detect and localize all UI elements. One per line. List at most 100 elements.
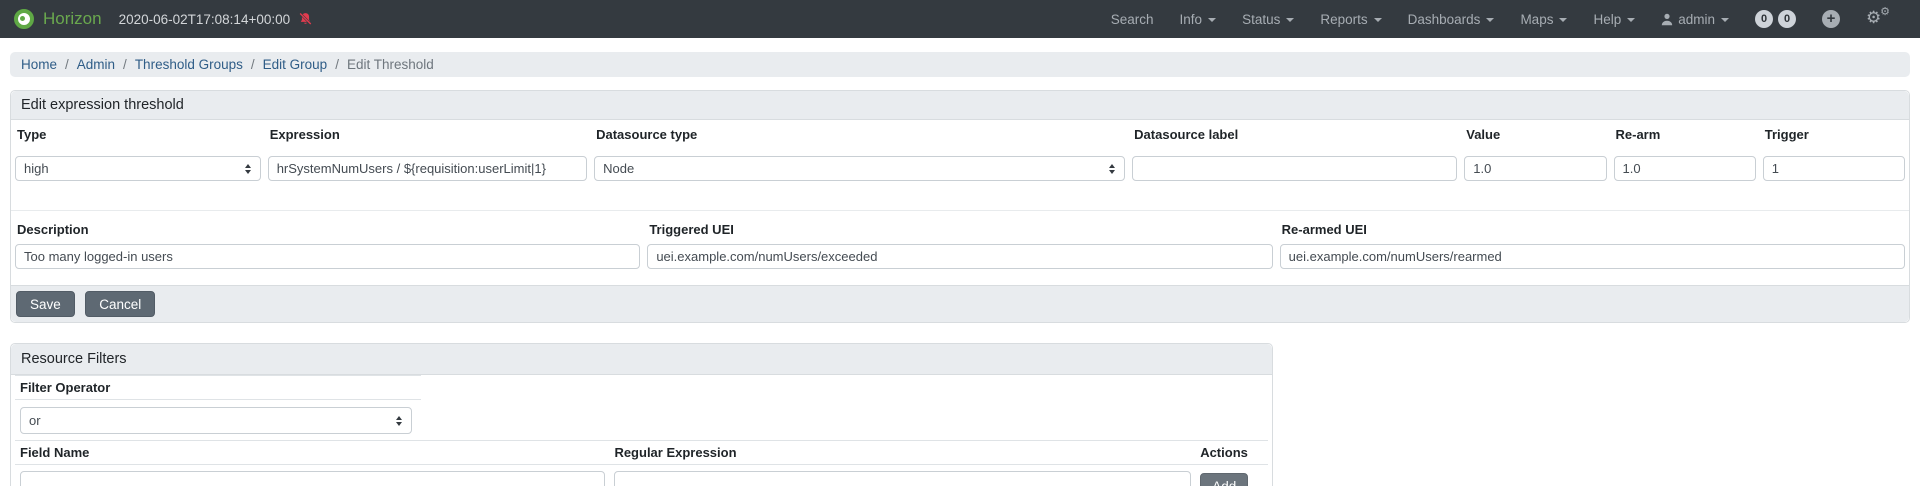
select-arrows-icon: [1109, 164, 1115, 174]
regular-expression-header: Regular Expression: [614, 445, 1191, 460]
nav-item-reports[interactable]: Reports: [1320, 12, 1381, 27]
filters-table: Field Name Regular Expression Actions Ad…: [15, 440, 1268, 486]
breadcrumb-link-home[interactable]: Home: [21, 57, 57, 72]
nav-item-search-label: Search: [1111, 12, 1154, 27]
opennms-logo-icon[interactable]: [14, 9, 34, 29]
nav-item-admin[interactable]: admin: [1661, 12, 1729, 27]
chevron-down-icon: [1559, 18, 1567, 22]
top-navbar: Horizon 2020-06-02T17:08:14+00:00 Search…: [0, 0, 1920, 38]
row-divider: [11, 210, 1909, 211]
trigger-field: Trigger: [1763, 128, 1905, 181]
filter-operator-value: or: [29, 413, 41, 428]
filters-table-header: Field Name Regular Expression Actions: [15, 440, 1268, 465]
panel-title: Edit expression threshold: [11, 91, 1909, 120]
nav-item-help[interactable]: Help: [1593, 12, 1635, 27]
filter-operator-header: Filter Operator: [15, 375, 421, 400]
triggered-uei-label: Triggered UEI: [649, 223, 1270, 237]
user-icon: [1661, 13, 1673, 26]
navbar-menu: Search Info Status Reports Dashboards Ma…: [1111, 9, 1890, 29]
trigger-input[interactable]: [1763, 156, 1905, 181]
notification-badges: 0 0: [1755, 10, 1796, 28]
rearmed-uei-label: Re-armed UEI: [1282, 223, 1903, 237]
actions-cell: Add: [1200, 471, 1263, 486]
actions-header: Actions: [1200, 445, 1263, 460]
chevron-down-icon: [1286, 18, 1294, 22]
description-field: Description: [15, 223, 640, 269]
datasource-label-input[interactable]: [1132, 156, 1457, 181]
breadcrumb-link-admin[interactable]: Admin: [77, 57, 115, 72]
breadcrumb-current: Edit Threshold: [347, 57, 434, 72]
expression-label: Expression: [270, 128, 585, 142]
quick-add-icon[interactable]: [1822, 10, 1840, 28]
add-button[interactable]: Add: [1200, 473, 1248, 486]
type-field: Type high: [15, 128, 261, 181]
nav-item-help-label: Help: [1593, 12, 1621, 27]
filter-operator-table: Filter Operator or: [15, 375, 421, 440]
breadcrumb-separator: /: [65, 57, 69, 72]
datasource-type-select[interactable]: Node: [594, 156, 1125, 181]
datasource-type-field: Datasource type Node: [594, 128, 1125, 181]
datasource-label-label: Datasource label: [1134, 128, 1455, 142]
threshold-form-row-1: Type high Expression Datasource type Nod…: [15, 128, 1905, 193]
filter-operator-label: Filter Operator: [20, 380, 110, 395]
select-arrows-icon: [245, 164, 251, 174]
description-label: Description: [17, 223, 638, 237]
rearmed-uei-input[interactable]: [1280, 244, 1905, 269]
resource-filters-title: Resource Filters: [11, 344, 1272, 375]
brand-title[interactable]: Horizon: [43, 9, 102, 29]
filters-table-row: Add: [15, 465, 1268, 486]
filter-operator-row: or: [15, 400, 421, 440]
notices-badge[interactable]: 0: [1755, 10, 1773, 28]
save-button[interactable]: Save: [16, 291, 75, 317]
type-select[interactable]: high: [15, 156, 261, 181]
chevron-down-icon: [1627, 18, 1635, 22]
description-input[interactable]: [15, 244, 640, 269]
nav-item-status-label: Status: [1242, 12, 1280, 27]
regular-expression-cell: [614, 471, 1191, 486]
breadcrumb-separator: /: [123, 57, 127, 72]
datasource-label-field: Datasource label: [1132, 128, 1457, 181]
expression-input[interactable]: [268, 156, 587, 181]
value-label: Value: [1466, 128, 1604, 142]
regular-expression-input[interactable]: [614, 471, 1191, 486]
nav-item-info[interactable]: Info: [1180, 12, 1217, 27]
trigger-label: Trigger: [1765, 128, 1903, 142]
navbar-timestamp: 2020-06-02T17:08:14+00:00: [119, 12, 291, 27]
panel-edit-expression-threshold: Edit expression threshold Type high Expr…: [10, 90, 1910, 323]
gears-icon[interactable]: [1866, 9, 1890, 29]
breadcrumb: Home / Admin / Threshold Groups / Edit G…: [10, 52, 1910, 77]
nav-item-maps[interactable]: Maps: [1520, 12, 1567, 27]
breadcrumb-link-threshold-groups[interactable]: Threshold Groups: [135, 57, 243, 72]
chevron-down-icon: [1486, 18, 1494, 22]
nav-item-search[interactable]: Search: [1111, 12, 1154, 27]
triggered-uei-field: Triggered UEI: [647, 223, 1272, 269]
rearm-input[interactable]: [1614, 156, 1756, 181]
expression-field: Expression: [268, 128, 587, 181]
breadcrumb-separator: /: [251, 57, 255, 72]
nav-item-dashboards-label: Dashboards: [1408, 12, 1481, 27]
cancel-button[interactable]: Cancel: [85, 291, 155, 317]
nav-item-admin-label: admin: [1678, 12, 1715, 27]
filter-operator-select[interactable]: or: [20, 407, 412, 434]
select-arrows-icon: [396, 416, 402, 426]
notices-off-icon[interactable]: [298, 12, 313, 27]
outages-badge[interactable]: 0: [1778, 10, 1796, 28]
field-name-input[interactable]: [20, 471, 605, 486]
rearmed-uei-field: Re-armed UEI: [1280, 223, 1905, 269]
nav-item-status[interactable]: Status: [1242, 12, 1294, 27]
breadcrumb-link-edit-group[interactable]: Edit Group: [263, 57, 328, 72]
type-label: Type: [17, 128, 259, 142]
form-actions: Save Cancel: [11, 285, 1909, 322]
nav-item-info-label: Info: [1180, 12, 1203, 27]
nav-item-dashboards[interactable]: Dashboards: [1408, 12, 1495, 27]
threshold-form-row-2: Description Triggered UEI Re-armed UEI: [15, 223, 1905, 281]
triggered-uei-input[interactable]: [647, 244, 1272, 269]
value-input[interactable]: [1464, 156, 1606, 181]
nav-item-reports-label: Reports: [1320, 12, 1367, 27]
rearm-field: Re-arm: [1614, 128, 1756, 181]
panel-resource-filters: Resource Filters Filter Operator or Fiel…: [10, 343, 1273, 486]
datasource-type-select-value: Node: [603, 161, 634, 176]
value-field: Value: [1464, 128, 1606, 181]
field-name-header: Field Name: [20, 445, 605, 460]
rearm-label: Re-arm: [1616, 128, 1754, 142]
